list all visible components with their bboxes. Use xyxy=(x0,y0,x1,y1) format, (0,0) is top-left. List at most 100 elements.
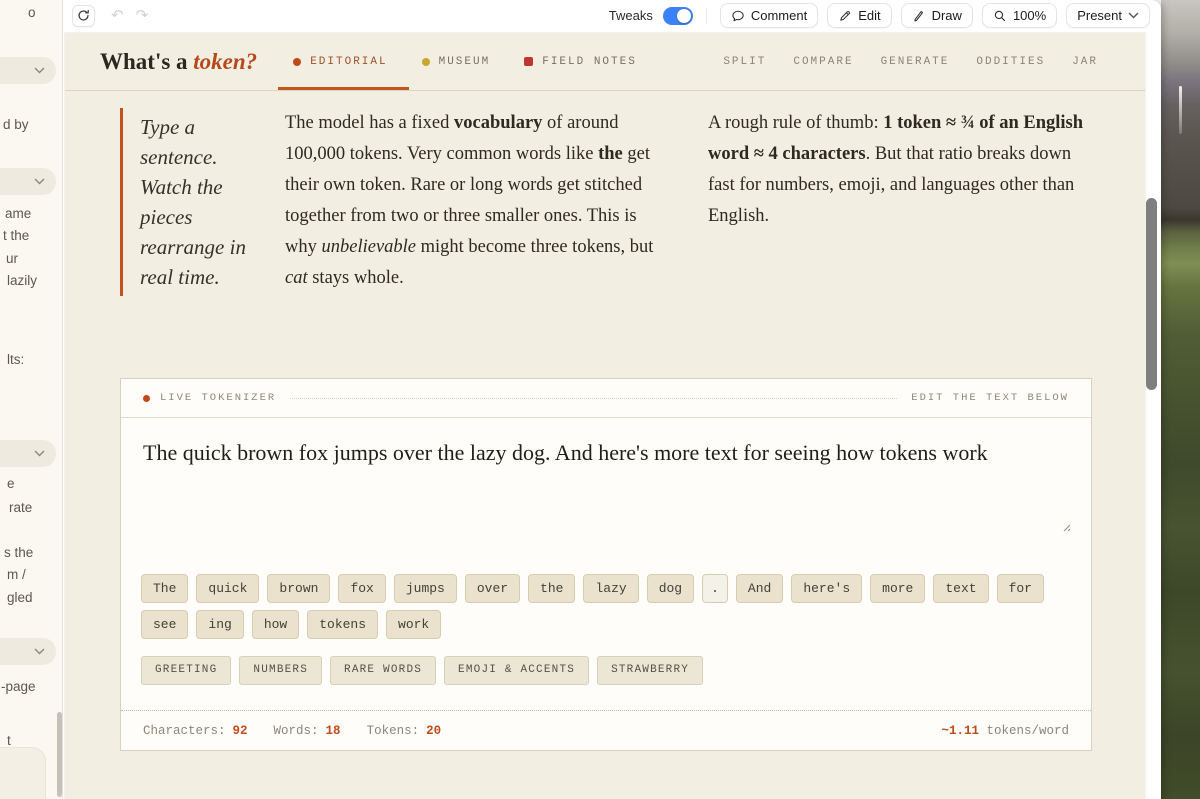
undo-icon[interactable]: ↶ xyxy=(111,8,124,23)
text-run-bold: vocabulary xyxy=(454,113,542,133)
sidebar-collapsed-pill[interactable] xyxy=(0,440,56,467)
token-chip[interactable]: quick xyxy=(196,574,259,603)
toolbar-right-group: Tweaks Comment Edit Draw xyxy=(609,3,1150,28)
token-chip[interactable]: for xyxy=(997,574,1044,603)
token-chip[interactable]: jumps xyxy=(394,574,457,603)
token-chip[interactable]: dog xyxy=(647,574,694,603)
token-chip[interactable]: tokens xyxy=(307,610,378,639)
nav-link[interactable]: SPLIT xyxy=(723,56,766,68)
intro-paragraph: The model has a fixed vocabulary of arou… xyxy=(285,108,672,296)
token-chip[interactable]: the xyxy=(528,574,575,603)
page-title-accent: token? xyxy=(193,49,257,74)
token-chip[interactable]: over xyxy=(465,574,520,603)
chevron-down-icon xyxy=(34,178,45,185)
tokenizer-header: LIVE TOKENIZER EDIT THE TEXT BELOW xyxy=(121,379,1091,418)
sidebar-text-fragment: t xyxy=(7,733,11,748)
token-chip[interactable]: And xyxy=(736,574,783,603)
app-window: od byamet theurlazilylts:erates them /gl… xyxy=(0,0,1161,799)
preview-toolbar: ↶ ↷ Tweaks Comment Edit xyxy=(63,0,1161,31)
text-run-italic: unbelievable xyxy=(322,237,417,257)
screen: od byamet theurlazilylts:erates them /gl… xyxy=(0,0,1200,799)
resize-grip-icon[interactable] xyxy=(1060,521,1071,532)
tab-field-notes[interactable]: FIELD NOTES xyxy=(524,33,637,90)
tab-editorial[interactable]: EDITORIAL xyxy=(293,33,387,90)
preset-button[interactable]: STRAWBERRY xyxy=(597,656,703,685)
live-tokenizer-card: LIVE TOKENIZER EDIT THE TEXT BELOW The q… xyxy=(120,378,1092,751)
tweaks-toggle[interactable] xyxy=(663,7,693,25)
draw-button[interactable]: Draw xyxy=(901,3,973,28)
refresh-button[interactable] xyxy=(72,5,95,27)
page-title: What's a token? xyxy=(100,49,257,75)
sidebar-collapsed-pill[interactable] xyxy=(0,638,56,665)
nav-link[interactable]: COMPARE xyxy=(793,56,853,68)
sidebar-text-fragment: t the xyxy=(3,228,29,243)
text-run-italic: cat xyxy=(285,268,308,288)
nav-link[interactable]: ODDITIES xyxy=(976,56,1045,68)
desktop-wallpaper-photo xyxy=(1161,0,1200,799)
tab-editorial-label: EDITORIAL xyxy=(310,56,387,68)
tab-field-notes-label: FIELD NOTES xyxy=(542,56,637,68)
waterfall-detail xyxy=(1179,86,1182,134)
tab-museum[interactable]: MUSEUM xyxy=(422,33,491,90)
text-run: stays whole. xyxy=(308,268,404,288)
tokenizer-title: LIVE TOKENIZER xyxy=(160,392,276,404)
comment-button[interactable]: Comment xyxy=(720,3,818,28)
token-chip[interactable]: work xyxy=(386,610,441,639)
token-chip[interactable]: The xyxy=(141,574,188,603)
zoom-button[interactable]: 100% xyxy=(982,3,1057,28)
sidebar-text-fragment: -page xyxy=(1,679,36,694)
token-chip[interactable]: fox xyxy=(338,574,385,603)
sidebar-text-fragment: o xyxy=(28,5,36,20)
tokenizer-textarea[interactable]: The quick brown fox jumps over the lazy … xyxy=(143,436,1069,528)
token-chip-list: Thequickbrownfoxjumpsoverthelazydog.Andh… xyxy=(121,574,1091,639)
token-chip[interactable]: here's xyxy=(791,574,862,603)
token-chip[interactable]: text xyxy=(933,574,988,603)
preset-button[interactable]: RARE WORDS xyxy=(330,656,436,685)
orange-dot-icon xyxy=(293,58,301,66)
edit-hint-label: EDIT THE TEXT BELOW xyxy=(911,392,1069,404)
stats-bar: Characters: 92 Words: 18 Tokens: 20 ~1 xyxy=(121,710,1091,750)
page-title-plain: What's a xyxy=(100,49,193,74)
token-chip[interactable]: . xyxy=(702,574,728,603)
chat-sidebar: od byamet theurlazilylts:erates them /gl… xyxy=(0,0,63,799)
tokenizer-input-wrap: The quick brown fox jumps over the lazy … xyxy=(121,418,1091,534)
draw-pencil-icon xyxy=(912,9,926,23)
token-chip[interactable]: how xyxy=(252,610,299,639)
sidebar-scrollbar-thumb[interactable] xyxy=(57,712,62,797)
redo-icon[interactable]: ↷ xyxy=(136,8,149,23)
preset-button[interactable]: EMOJI & ACCENTS xyxy=(444,656,589,685)
stat-label: Tokens: xyxy=(367,724,420,738)
token-chip[interactable]: brown xyxy=(267,574,330,603)
edit-button[interactable]: Edit xyxy=(827,3,891,28)
token-chip[interactable]: ing xyxy=(196,610,243,639)
yellow-dot-icon xyxy=(422,58,430,66)
present-button[interactable]: Present xyxy=(1066,3,1150,28)
rule-of-thumb: A rough rule of thumb: 1 token ≈ ¾ of an… xyxy=(708,108,1090,296)
chevron-down-icon xyxy=(1128,12,1139,19)
preset-button[interactable]: NUMBERS xyxy=(239,656,322,685)
stat-value: 20 xyxy=(426,724,441,738)
refresh-icon xyxy=(77,9,90,22)
toolbar-divider xyxy=(706,8,707,24)
nav-link[interactable]: GENERATE xyxy=(881,56,950,68)
stat-value: 18 xyxy=(326,724,341,738)
stat-label: Words: xyxy=(274,724,319,738)
token-chip[interactable]: lazy xyxy=(583,574,638,603)
token-chip[interactable]: more xyxy=(870,574,925,603)
canvas-scrollbar-thumb[interactable] xyxy=(1146,198,1157,390)
dotted-leader xyxy=(290,398,897,399)
tab-museum-label: MUSEUM xyxy=(439,56,491,68)
text-run: might become three tokens, but xyxy=(416,237,653,257)
nav-link[interactable]: JAR xyxy=(1072,56,1098,68)
sidebar-input-corner xyxy=(0,747,46,799)
sidebar-collapsed-pill[interactable] xyxy=(0,57,56,84)
token-chip[interactable]: see xyxy=(141,610,188,639)
preset-button[interactable]: GREETING xyxy=(141,656,231,685)
comment-label: Comment xyxy=(751,8,807,23)
stat-characters: Characters: 92 xyxy=(143,724,248,738)
text-run: A rough rule of thumb: xyxy=(708,113,883,133)
sidebar-collapsed-pill[interactable] xyxy=(0,168,56,195)
comment-icon xyxy=(731,9,745,23)
stat-label: Characters: xyxy=(143,724,226,738)
draw-label: Draw xyxy=(932,8,962,23)
